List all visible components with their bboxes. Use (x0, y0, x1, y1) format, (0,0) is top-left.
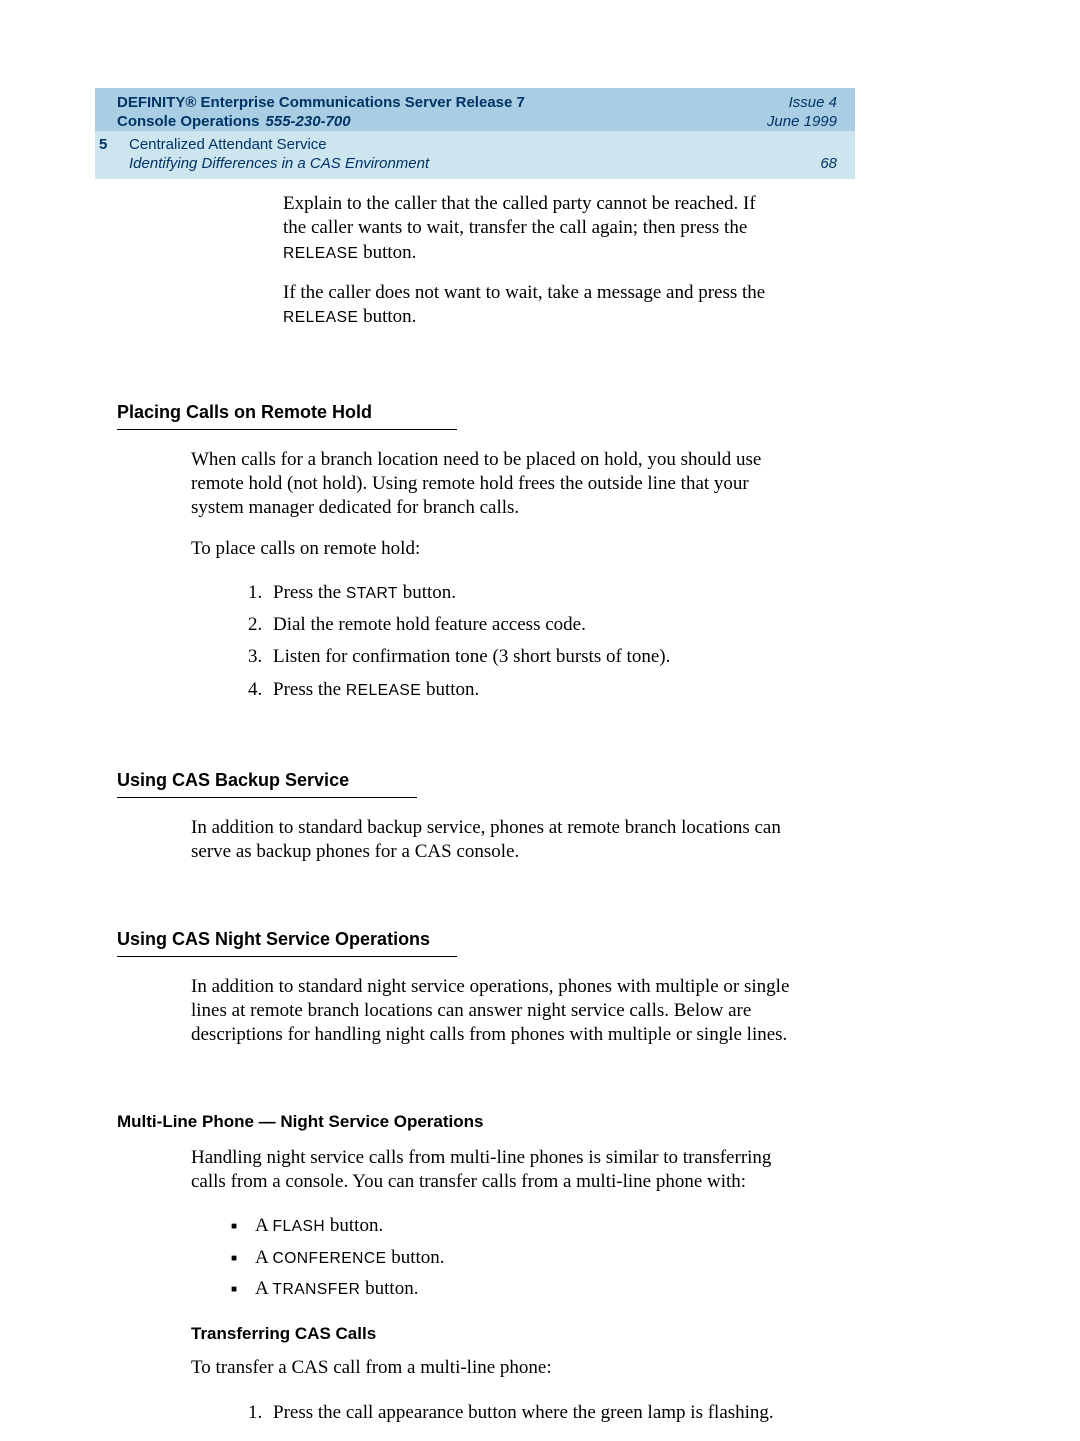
backup-p1: In addition to standard backup service, … (191, 816, 801, 865)
section-remote-hold: Placing Calls on Remote Hold When calls … (117, 366, 797, 706)
section-heading-night: Using CAS Night Service Operations (117, 929, 430, 954)
doc-title-line2: Console Operations 555-230-700 (117, 113, 525, 132)
doc-header-band: DEFINITY® Enterprise Communications Serv… (95, 88, 855, 137)
doc-title-line2-text: Console Operations (117, 113, 260, 130)
list-item: Press the START button. (267, 577, 797, 609)
text: Press the (273, 679, 346, 700)
page: DEFINITY® Enterprise Communications Serv… (0, 0, 1080, 1397)
list-item: Press the call appearance button where t… (267, 1397, 797, 1429)
chapter-lines: Centralized Attendant Service Identifyin… (129, 135, 843, 173)
transfer-p1: To transfer a CAS call from a multi-line… (191, 1356, 801, 1380)
list-item: A FLASH button. (231, 1210, 797, 1241)
remote-hold-steps: Press the START button. Dial the remote … (267, 577, 797, 706)
night-p1: In addition to standard night service op… (191, 975, 801, 1048)
text: button. (421, 679, 479, 700)
section-rule (117, 797, 417, 798)
intro-paragraph-1: Explain to the caller that the called pa… (283, 192, 773, 265)
multiline-p1: Handling night service calls from multi-… (191, 1146, 801, 1195)
section-rule (117, 956, 457, 957)
text: A (255, 1247, 272, 1268)
text: Press the (273, 582, 346, 603)
doc-date: June 1999 (767, 113, 837, 132)
list-item: Press the RELEASE button. (267, 674, 797, 706)
transfer-steps: Press the call appearance button where t… (267, 1397, 797, 1429)
list-item: Listen for confirmation tone (3 short bu… (267, 641, 797, 673)
chapter-number: 5 (99, 135, 107, 154)
page-number: 68 (820, 154, 837, 173)
flash-button-label: FLASH (272, 1218, 325, 1235)
text: Explain to the caller that the called pa… (283, 193, 756, 238)
doc-title-line1: DEFINITY® Enterprise Communications Serv… (117, 94, 525, 113)
page-body: Explain to the caller that the called pa… (117, 192, 797, 1441)
multiline-bullets: A FLASH button. A CONFERENCE button. A T… (231, 1210, 797, 1304)
section-title-crumb: Identifying Differences in a CAS Environ… (129, 154, 843, 173)
list-item: A TRANSFER button. (231, 1273, 797, 1304)
subsection-heading-transfer: Transferring CAS Calls (191, 1324, 797, 1344)
section-heading-remote-hold: Placing Calls on Remote Hold (117, 402, 372, 427)
section-rule (117, 429, 457, 430)
text: button. (358, 306, 416, 327)
section-heading-backup: Using CAS Backup Service (117, 770, 349, 795)
remote-hold-p1: When calls for a branch location need to… (191, 448, 801, 521)
doc-header-right: Issue 4 June 1999 (767, 94, 837, 132)
doc-subheader-band: 5 Centralized Attendant Service Identify… (95, 131, 855, 179)
chapter-title: Centralized Attendant Service (129, 135, 843, 154)
text: A (255, 1278, 272, 1299)
start-button-label: START (346, 585, 398, 602)
doc-number: 555-230-700 (266, 113, 351, 130)
section-night: Using CAS Night Service Operations In ad… (117, 893, 797, 1048)
text: button. (358, 242, 416, 263)
text: If the caller does not want to wait, tak… (283, 282, 765, 303)
remote-hold-p2: To place calls on remote hold: (191, 537, 801, 561)
text: A (255, 1215, 272, 1236)
doc-issue: Issue 4 (767, 94, 837, 113)
release-button-label: RELEASE (346, 682, 421, 699)
text: button. (360, 1278, 418, 1299)
section-backup: Using CAS Backup Service In addition to … (117, 734, 797, 865)
intro-paragraph-2: If the caller does not want to wait, tak… (283, 281, 773, 330)
conference-button-label: CONFERENCE (272, 1250, 386, 1267)
text: button. (387, 1247, 445, 1268)
section-multiline: Multi-Line Phone — Night Service Operati… (117, 1076, 797, 1429)
text: button. (325, 1215, 383, 1236)
section-heading-multiline: Multi-Line Phone — Night Service Operati… (117, 1112, 484, 1136)
release-button-label: RELEASE (283, 245, 358, 262)
transfer-button-label: TRANSFER (272, 1281, 360, 1298)
list-item: Dial the remote hold feature access code… (267, 609, 797, 641)
release-button-label: RELEASE (283, 309, 358, 326)
doc-header-left: DEFINITY® Enterprise Communications Serv… (117, 94, 525, 132)
list-item: A CONFERENCE button. (231, 1242, 797, 1273)
text: button. (398, 582, 456, 603)
